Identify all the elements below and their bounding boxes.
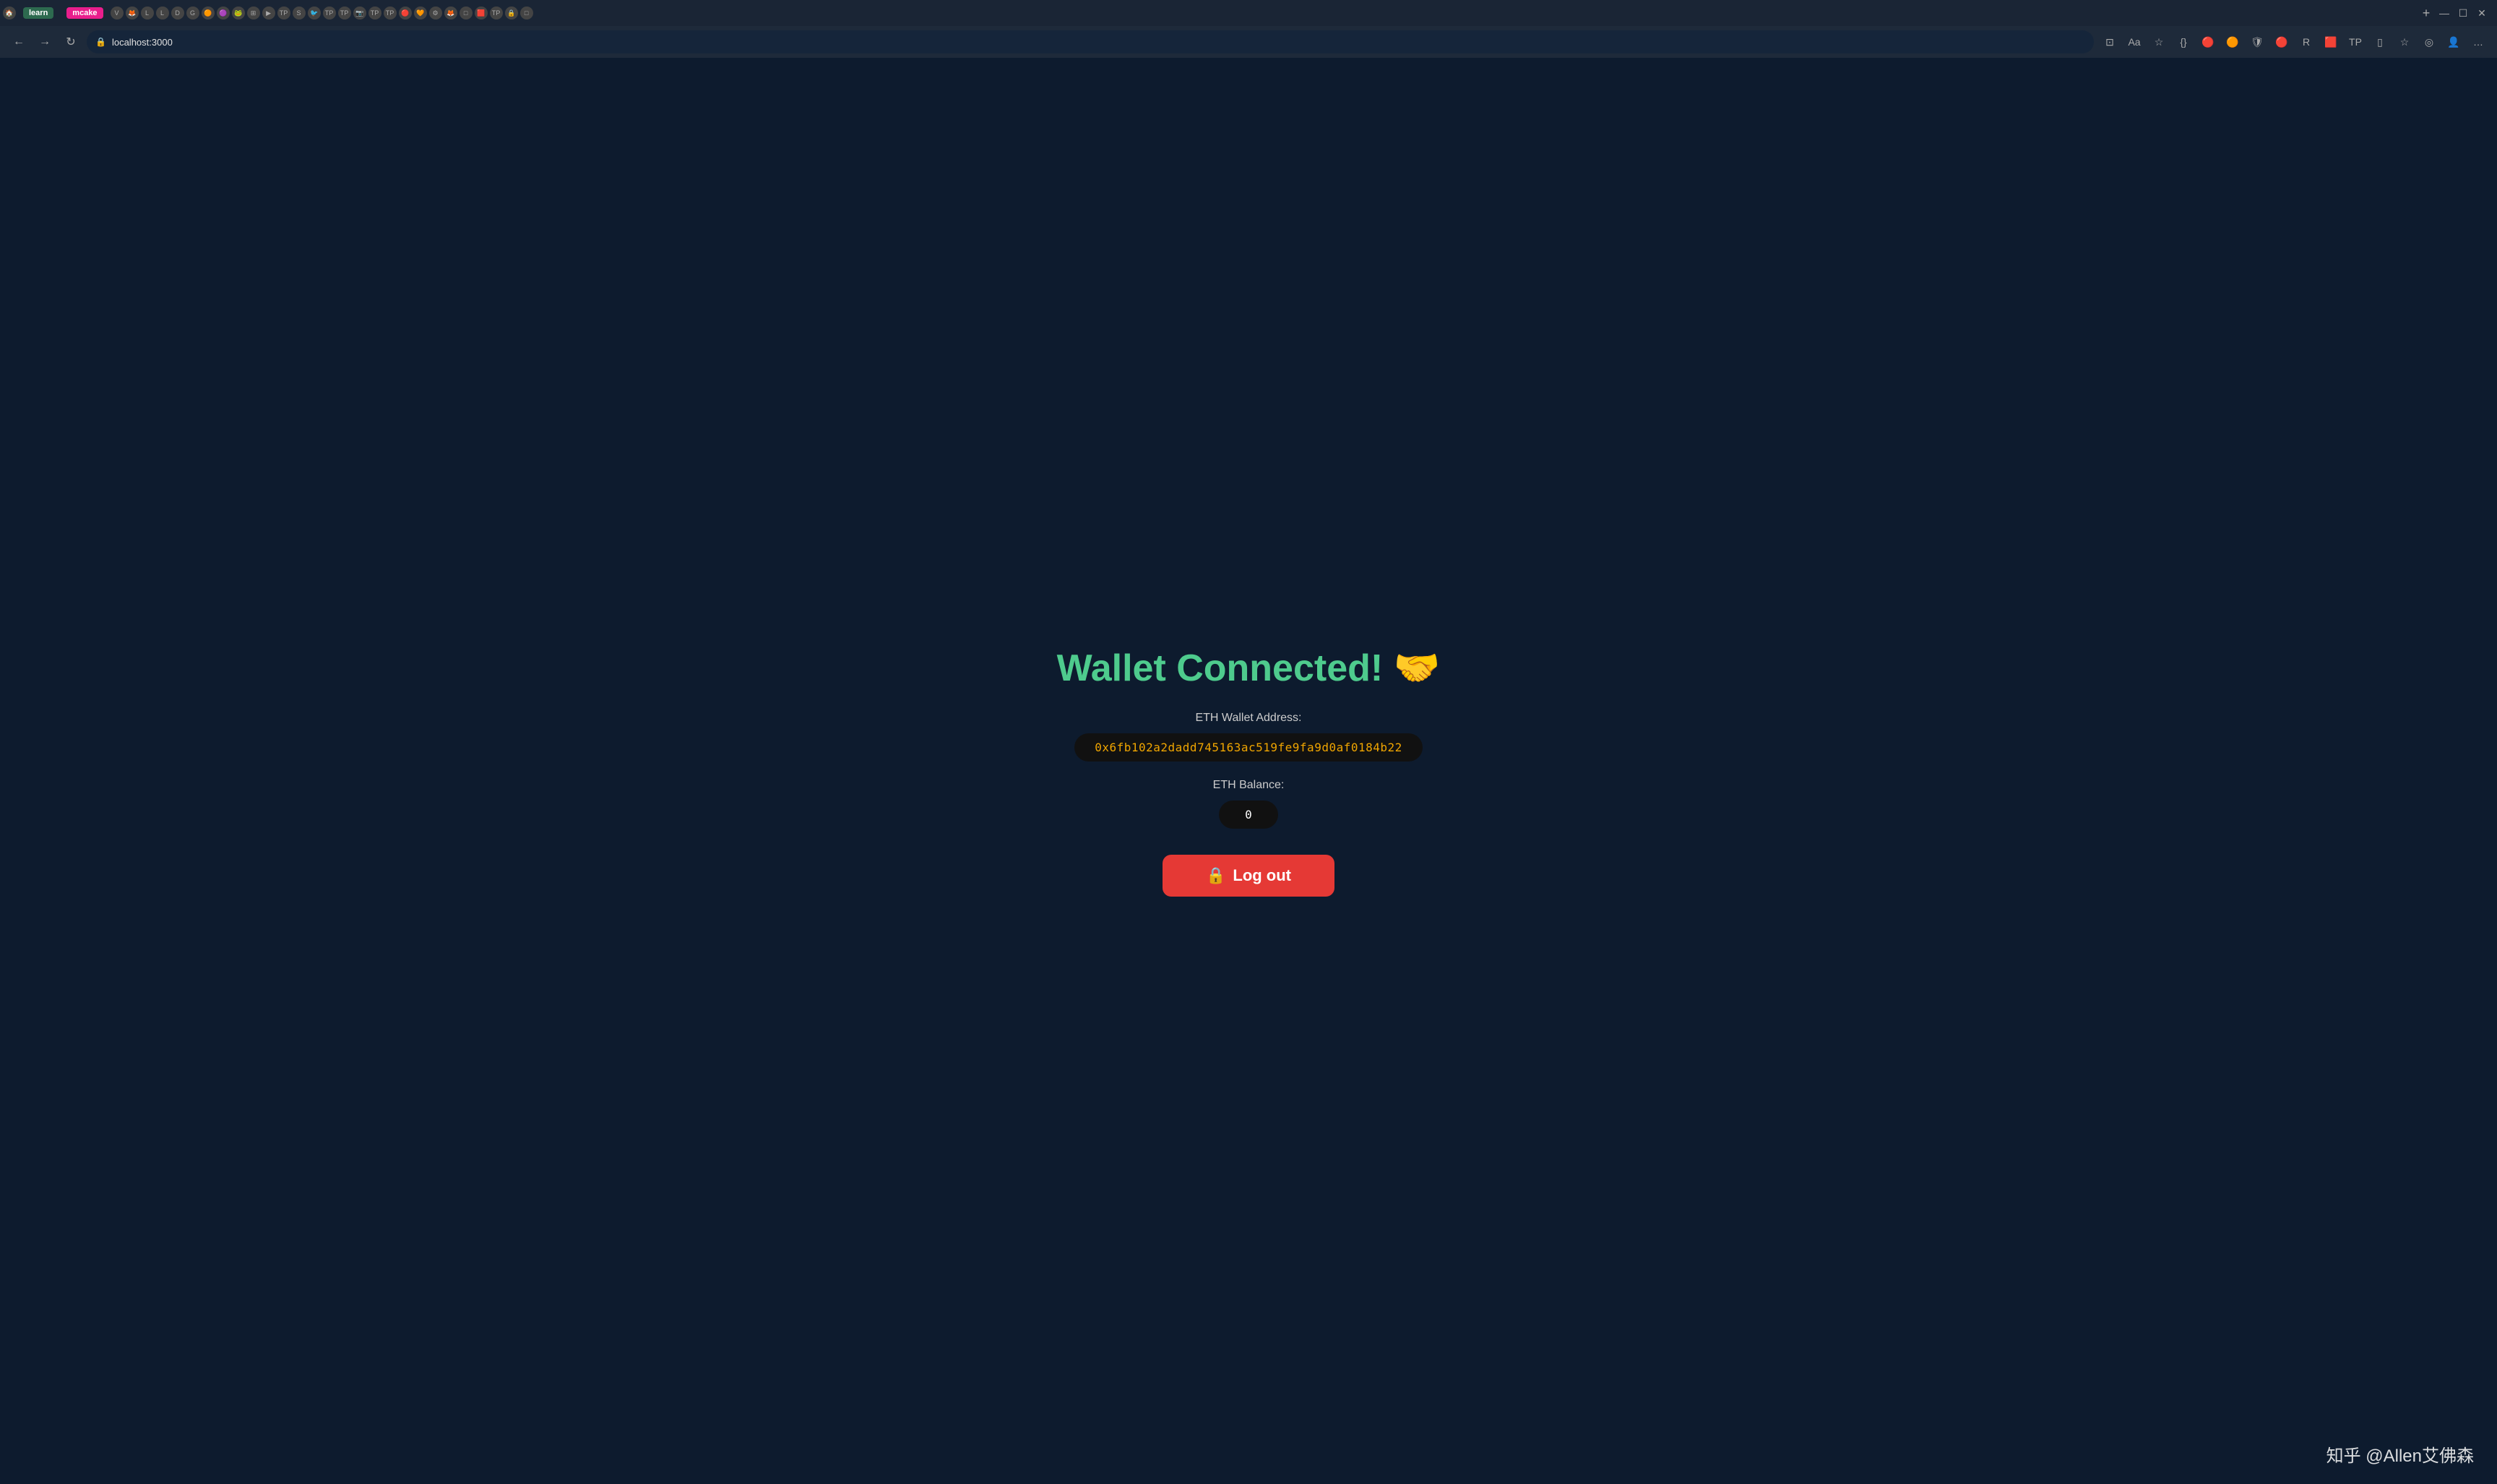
ext-icon-1[interactable]: 🔴 (2198, 32, 2218, 52)
tab-icon-18[interactable]: TP (368, 7, 381, 20)
forward-button[interactable]: → (35, 32, 55, 52)
split-screen-icon[interactable]: ⊡ (2100, 32, 2120, 52)
tab-icon-23[interactable]: 🦊 (444, 7, 457, 20)
tab-icon-26[interactable]: TP (490, 7, 503, 20)
toolbar-icons: ⊡ Aa ☆ {} 🔴 🟠 🛡 🔴 R 🟥 TP ▯ ☆ ◎ 👤 … (2100, 32, 2488, 52)
tab-icon-3[interactable]: L (141, 7, 154, 20)
tab-icon-4[interactable]: L (156, 7, 169, 20)
tab-bar: 🏠 learn mcake V 🦊 L L D G 🟠 🟣 🐸 ⊞ ▶ TP S… (0, 0, 2497, 26)
bookmark-icon[interactable]: ☆ (2149, 32, 2169, 52)
tab-icon-25[interactable]: 🟥 (475, 7, 488, 20)
browser-home-icon[interactable]: 🏠 (3, 7, 16, 20)
browser-chrome: 🏠 learn mcake V 🦊 L L D G 🟠 🟣 🐸 ⊞ ▶ TP S… (0, 0, 2497, 58)
tab-icon-28[interactable]: □ (520, 7, 533, 20)
tab-icon-8[interactable]: 🟣 (217, 7, 230, 20)
logout-button[interactable]: 🔒 Log out (1163, 855, 1334, 897)
tab-icon-16[interactable]: TP (338, 7, 351, 20)
ext-icon-r[interactable]: R (2296, 32, 2316, 52)
tab-mcake[interactable]: mcake (61, 3, 108, 23)
ext-icon-5[interactable]: 🟥 (2321, 32, 2341, 52)
back-button[interactable]: ← (9, 32, 29, 52)
tab-icon-19[interactable]: TP (384, 7, 397, 20)
tab-icon-15[interactable]: TP (323, 7, 336, 20)
tab-icon-17[interactable]: 📷 (353, 7, 366, 20)
new-tab-button[interactable]: + (2416, 3, 2436, 23)
ext-icon-4[interactable]: 🔴 (2272, 32, 2292, 52)
favorites-icon[interactable]: ☆ (2394, 32, 2415, 52)
tab-icon-9[interactable]: 🐸 (232, 7, 245, 20)
ext-icon-2[interactable]: 🟠 (2222, 32, 2243, 52)
tab-icon-21[interactable]: 🧡 (414, 7, 427, 20)
logout-label: Log out (1233, 866, 1291, 885)
ext-icon-3[interactable]: 🛡 (2247, 32, 2267, 52)
eth-address-box: 0x6fb102a2dadd745163ac519fe9fa9d0af0184b… (1074, 733, 1423, 762)
tab-icon-7[interactable]: 🟠 (202, 7, 215, 20)
other-tabs: V 🦊 L L D G 🟠 🟣 🐸 ⊞ ▶ TP S 🐦 TP TP 📷 TP … (111, 7, 2415, 20)
tab-icon-27[interactable]: 🔒 (505, 7, 518, 20)
read-mode-icon[interactable]: Aa (2124, 32, 2144, 52)
eth-address-label: ETH Wallet Address: (1195, 712, 1301, 725)
ext-icon-tp[interactable]: TP (2345, 32, 2366, 52)
address-text: localhost:3000 (112, 37, 2085, 48)
eth-balance-box: 0 (1219, 801, 1278, 829)
tab-icon-1[interactable]: V (111, 7, 124, 20)
eth-balance-label: ETH Balance: (1213, 779, 1285, 792)
tab-icon-24[interactable]: □ (460, 7, 473, 20)
copilot-icon[interactable]: ◎ (2419, 32, 2439, 52)
maximize-button[interactable]: ☐ (2457, 7, 2470, 20)
tab-icon-20[interactable]: 🔴 (399, 7, 412, 20)
more-icon[interactable]: … (2468, 32, 2488, 52)
address-bar-row: ← → ↻ 🔒 localhost:3000 ⊡ Aa ☆ {} 🔴 🟠 🛡 🔴… (0, 26, 2497, 58)
code-icon[interactable]: {} (2173, 32, 2194, 52)
tab-learn-label: learn (23, 7, 53, 19)
tab-icon-12[interactable]: TP (277, 7, 290, 20)
tab-icon-5[interactable]: D (171, 7, 184, 20)
tab-icon-14[interactable]: 🐦 (308, 7, 321, 20)
address-bar[interactable]: 🔒 localhost:3000 (87, 30, 2094, 53)
watermark: 知乎 @Allen艾佛森 (2326, 1441, 2474, 1467)
tab-icon-10[interactable]: ⊞ (247, 7, 260, 20)
window-controls: — ☐ ✕ (2438, 7, 2494, 20)
minimize-button[interactable]: — (2438, 7, 2451, 20)
page-content: Wallet Connected! 🤝 ETH Wallet Address: … (0, 58, 2497, 1484)
tab-icon-22[interactable]: ⚙ (429, 7, 442, 20)
logout-emoji: 🔒 (1206, 866, 1225, 885)
handshake-emoji: 🤝 (1394, 647, 1441, 689)
tab-icon-13[interactable]: S (293, 7, 306, 20)
sidebar-icon[interactable]: ▯ (2370, 32, 2390, 52)
secure-icon: 🔒 (95, 37, 106, 47)
tab-learn[interactable]: learn (17, 3, 59, 23)
tab-icon-2[interactable]: 🦊 (126, 7, 139, 20)
close-button[interactable]: ✕ (2475, 7, 2488, 20)
tab-icon-6[interactable]: G (186, 7, 199, 20)
tab-mcake-label: mcake (66, 7, 103, 19)
profile-icon[interactable]: 👤 (2444, 32, 2464, 52)
tab-icon-11[interactable]: ▶ (262, 7, 275, 20)
wallet-connected-title: Wallet Connected! 🤝 (1057, 646, 1441, 690)
refresh-button[interactable]: ↻ (61, 32, 81, 52)
